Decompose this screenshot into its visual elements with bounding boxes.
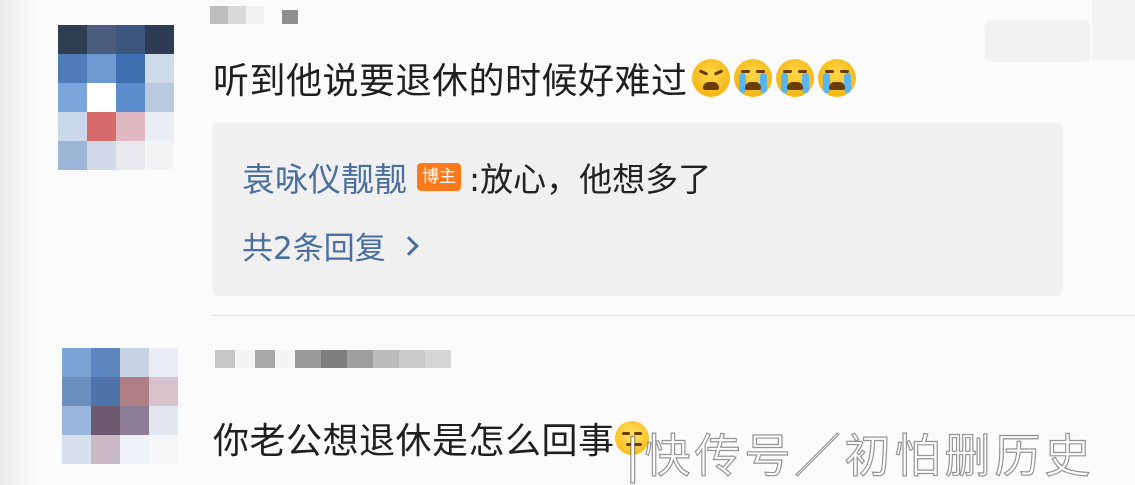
avatar-pixel — [58, 54, 87, 83]
avatar-pixel — [87, 141, 116, 170]
avatar-pixel — [62, 406, 91, 435]
left-shade — [0, 0, 40, 485]
avatar-pixel — [116, 25, 145, 54]
avatar-pixel — [145, 112, 174, 141]
blurred-edge — [1092, 0, 1135, 60]
avatar-pixel — [120, 435, 149, 464]
avatar-pixel — [62, 377, 91, 406]
avatar-pixel — [149, 348, 178, 377]
crying-face-icon — [733, 59, 772, 97]
avatar-pixel — [145, 54, 174, 83]
crying-face-icon — [817, 59, 856, 97]
avatar-pixel — [120, 348, 149, 377]
avatar-pixel — [62, 435, 91, 464]
comment-text: 你老公想退休是怎么回事 — [213, 412, 649, 464]
avatar-pixel — [58, 141, 87, 170]
author-badge: 博主 — [417, 163, 461, 191]
avatar-pixel — [120, 406, 149, 435]
divider — [212, 315, 1135, 316]
avatar-pixel — [145, 141, 174, 170]
blurred-element — [985, 20, 1090, 62]
avatar-pixel — [91, 348, 120, 377]
comment-text: 听到他说要退休的时候好难过 — [213, 52, 856, 104]
avatar-pixel — [116, 54, 145, 83]
avatar-pixel — [116, 112, 145, 141]
avatar-pixel — [62, 348, 91, 377]
avatar-pixel — [116, 141, 145, 170]
view-replies-link[interactable]: 共2条回复 — [242, 223, 419, 268]
avatar-pixel — [87, 25, 116, 54]
reply-count-label: 共2条回复 — [242, 231, 386, 267]
avatar-pixel — [58, 83, 87, 112]
avatar-pixel — [145, 25, 174, 54]
avatar-pixel — [87, 83, 116, 112]
avatar[interactable] — [58, 25, 174, 170]
comment-body: 你老公想退休是怎么回事 — [213, 421, 615, 462]
reply-box[interactable]: 袁咏仪靓靓 博主 :放心，他想多了 共2条回复 — [212, 123, 1063, 296]
comment-body: 听到他说要退休的时候好难过 — [213, 61, 688, 102]
avatar-pixel — [58, 112, 87, 141]
avatar-pixel — [58, 25, 87, 54]
chevron-right-icon — [398, 235, 419, 256]
avatar-pixel — [149, 377, 178, 406]
reply-line: 袁咏仪靓靓 博主 :放心，他想多了 — [242, 153, 711, 201]
avatar-pixel — [91, 435, 120, 464]
avatar[interactable] — [62, 348, 178, 464]
avatar-pixel — [116, 83, 145, 112]
crying-face-icon — [775, 59, 814, 97]
avatar-pixel — [91, 377, 120, 406]
avatar-pixel — [145, 83, 174, 112]
avatar-pixel — [91, 406, 120, 435]
blurred-username[interactable] — [215, 350, 451, 368]
avatar-pixel — [87, 54, 116, 83]
comment-thread: 听到他说要退休的时候好难过 袁咏仪靓靓 博主 :放心，他想多了 共2条回复 你老… — [0, 0, 1135, 485]
watermark: |快传号／初怕删历史 — [624, 428, 1095, 483]
reply-text: :放心，他想多了 — [469, 160, 712, 199]
blurred-username[interactable] — [210, 6, 298, 24]
avatar-pixel — [87, 112, 116, 141]
reply-author-link[interactable]: 袁咏仪靓靓 — [242, 153, 407, 201]
avatar-pixel — [149, 435, 178, 464]
avatar-pixel — [120, 377, 149, 406]
tired-face-icon — [691, 59, 730, 97]
avatar-pixel — [149, 406, 178, 435]
